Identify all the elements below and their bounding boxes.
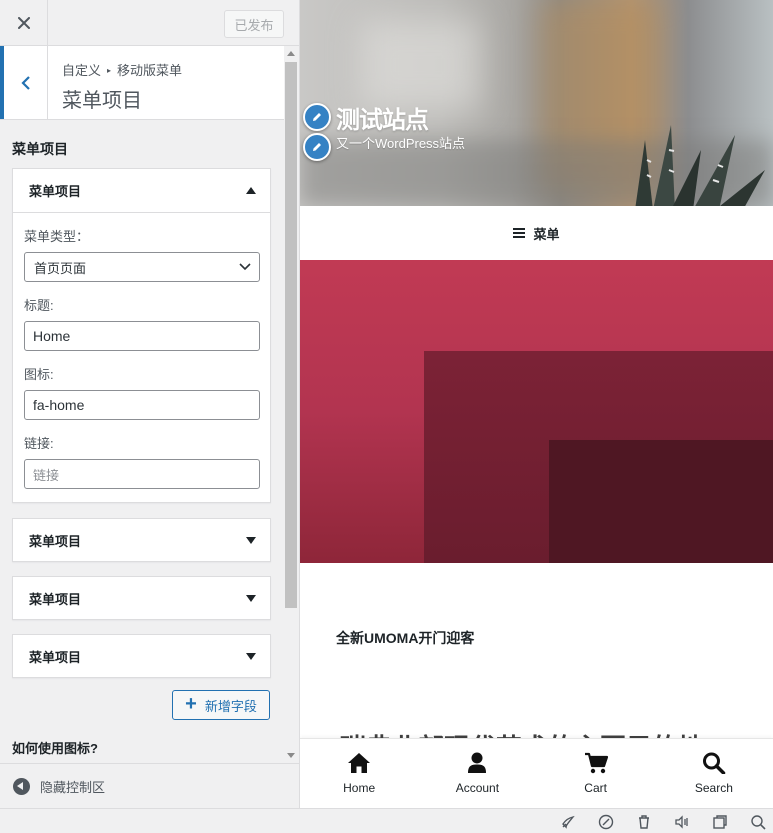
plus-icon: + (185, 693, 197, 715)
menu-item-title: 菜单项目 (29, 650, 82, 665)
cart-icon (584, 752, 608, 774)
section-title: 菜单项目 (62, 90, 142, 112)
hide-controls-label: 隐藏控制区 (40, 779, 106, 795)
expand-arrow-icon (246, 537, 256, 544)
post-subtitle: 全新UMOMA开门迎客 (336, 630, 475, 646)
sidebar-scrollbar[interactable] (284, 46, 298, 762)
header-image: 测试站点 又一个WordPress站点 (300, 0, 773, 206)
how-to-icons-heading: 如何使用图标? (12, 741, 98, 756)
menu-label: 菜单 (533, 226, 560, 242)
menu-item-title: 菜单项目 (29, 534, 82, 549)
plant-image (635, 125, 765, 206)
menu-item-header[interactable]: 菜单项目 (13, 635, 270, 678)
collapse-arrow-icon (246, 187, 256, 194)
menu-item-header[interactable]: 菜单项目 (13, 169, 270, 212)
nav-account-label: Account (455, 781, 500, 795)
mobile-bottom-nav: Home Account Cart Search (300, 738, 773, 808)
site-title[interactable]: 测试站点 (336, 100, 429, 135)
collapse-sidebar-icon (13, 777, 30, 795)
nav-search-label: Search (694, 781, 733, 795)
publish-button[interactable]: 已发布 (224, 10, 284, 38)
section-header: 自定义 ▸ 移动版菜单 菜单项目 (0, 46, 284, 120)
footer-actions (559, 813, 767, 831)
nav-account[interactable]: Account (418, 739, 536, 808)
hamburger-icon (513, 228, 526, 238)
add-field-label: 新增字段 (204, 698, 257, 714)
menu-item-panel: 菜单项目 (12, 576, 271, 620)
control-label: 菜单项目 (12, 141, 68, 157)
customizer-sidebar: 已发布 自定义 ▸ 移动版菜单 菜单项目 菜单项目 菜单项目 菜单类型： 首页页… (0, 0, 300, 808)
nav-home[interactable]: Home (300, 739, 418, 808)
icon-input[interactable]: fa-home (24, 390, 260, 420)
chevron-left-icon (20, 75, 30, 90)
close-icon (17, 17, 30, 29)
scroll-down-icon[interactable] (287, 753, 295, 758)
user-icon (468, 752, 487, 773)
search-icon (702, 752, 726, 774)
nav-home-label: Home (343, 781, 376, 795)
cover-block (300, 260, 773, 563)
link-label: 链接: (24, 436, 54, 451)
menu-item-title: 菜单项目 (29, 184, 82, 199)
icon-label: 图标: (24, 367, 54, 382)
menu-item-title: 菜单项目 (29, 592, 82, 607)
breadcrumb: 自定义 ▸ 移动版菜单 (62, 60, 182, 79)
link-input[interactable]: 链接 (24, 459, 260, 489)
customizer-header: 已发布 (0, 0, 299, 46)
nav-search[interactable]: Search (655, 739, 773, 808)
speed-icon[interactable] (597, 813, 615, 831)
window-icon[interactable] (711, 813, 729, 831)
menu-item-panel: 菜单项目 (12, 634, 271, 678)
home-icon (348, 753, 371, 773)
rocket-icon[interactable] (559, 813, 577, 831)
breadcrumb-root: 自定义 (62, 63, 102, 78)
scroll-thumb[interactable] (285, 62, 297, 608)
trash-icon[interactable] (635, 813, 653, 831)
menu-item-header[interactable]: 菜单项目 (13, 519, 270, 562)
close-button[interactable] (0, 0, 48, 46)
breadcrumb-separator-icon: ▸ (107, 66, 112, 75)
expand-arrow-icon (246, 595, 256, 602)
hide-controls-button[interactable]: 隐藏控制区 (0, 763, 299, 808)
menu-item-header[interactable]: 菜单项目 (13, 577, 270, 620)
menu-item-panel: 菜单项目 菜单类型： 首页页面 标题: Home 图标: fa-home 链接:… (12, 168, 271, 503)
add-field-button[interactable]: + 新增字段 (172, 690, 270, 720)
site-description: 又一个WordPress站点 (336, 136, 466, 151)
edit-description-button[interactable] (303, 133, 331, 161)
title-label: 标题: (24, 298, 54, 313)
chevron-down-icon (239, 263, 251, 271)
breadcrumb-current: 移动版菜单 (117, 63, 183, 78)
title-input[interactable]: Home (24, 321, 260, 351)
scroll-up-icon[interactable] (287, 51, 295, 56)
nav-cart-label: Cart (584, 781, 607, 795)
zoom-icon[interactable] (749, 813, 767, 831)
menu-type-select[interactable]: 首页页面 (24, 252, 260, 282)
pencil-icon (313, 113, 321, 121)
menu-item-panel: 菜单项目 (12, 518, 271, 562)
customizer-panel: 自定义 ▸ 移动版菜单 菜单项目 菜单项目 菜单项目 菜单类型： 首页页面 标题: … (0, 46, 284, 762)
menu-type-value: 首页页面 (34, 260, 87, 276)
expand-arrow-icon (246, 653, 256, 660)
back-button[interactable] (0, 46, 48, 119)
menu-toggle[interactable]: 菜单 (300, 206, 773, 260)
customizer-footer (0, 808, 773, 833)
pencil-icon (313, 143, 321, 151)
site-preview: 测试站点 又一个WordPress站点 菜单 全新UMOMA开门迎客 瑞典北部现… (300, 0, 773, 808)
edit-title-button[interactable] (303, 103, 331, 131)
menu-type-label: 菜单类型： (24, 229, 90, 244)
audio-icon[interactable] (673, 813, 691, 831)
menu-item-fields: 菜单类型： 首页页面 标题: Home 图标: fa-home 链接: 链接 (13, 212, 270, 501)
nav-cart[interactable]: Cart (537, 739, 655, 808)
